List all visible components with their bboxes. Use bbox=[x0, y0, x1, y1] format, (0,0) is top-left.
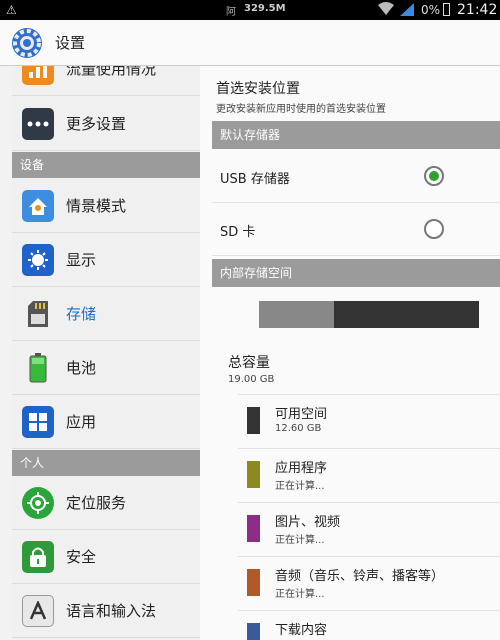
data-usage-icon bbox=[22, 66, 54, 85]
wifi-icon bbox=[378, 2, 394, 19]
row-label: 图片、视频 bbox=[275, 515, 341, 530]
signal-icon bbox=[400, 3, 414, 16]
category-header-device: 设备 bbox=[12, 152, 200, 178]
total-capacity-title: 总容量 bbox=[228, 355, 270, 371]
settings-gear-icon[interactable] bbox=[10, 26, 44, 60]
usb-radio-button[interactable] bbox=[424, 166, 444, 186]
sidebar-item-profiles[interactable]: 情景模式 bbox=[12, 179, 200, 233]
total-capacity: 总容量 19.00 GB bbox=[228, 352, 274, 385]
sidebar-item-more-settings[interactable]: 更多设置 bbox=[12, 97, 200, 151]
color-swatch bbox=[247, 515, 260, 542]
sidebar-item-label: 定位服务 bbox=[66, 494, 127, 512]
storage-row-apps[interactable]: 应用程序 正在计算... bbox=[238, 448, 500, 502]
status-bar: ⚠ 阿 329.5M 0% 21:42 bbox=[0, 0, 500, 20]
warning-icon: ⚠ bbox=[6, 3, 17, 17]
lock-icon bbox=[22, 540, 54, 573]
settings-sidebar: 流量使用情况 更多设置 设备 情景模式 显示 存储 电池 应用 个人 定位服务 … bbox=[12, 66, 200, 640]
row-value: 正在计算... bbox=[275, 481, 325, 492]
storage-row-pictures[interactable]: 图片、视频 正在计算... bbox=[238, 502, 500, 556]
sidebar-item-label: 安全 bbox=[66, 548, 97, 566]
internal-storage-header: 内部存储空间 bbox=[212, 259, 500, 287]
storage-option-label: SD 卡 bbox=[220, 225, 256, 240]
location-icon bbox=[22, 486, 54, 519]
storage-option-usb[interactable]: USB 存储器 bbox=[212, 151, 500, 203]
category-header-personal: 个人 bbox=[12, 450, 200, 476]
sidebar-item-label: 应用 bbox=[66, 413, 97, 431]
more-icon bbox=[22, 107, 54, 140]
sidebar-item-battery[interactable]: 电池 bbox=[12, 341, 200, 395]
radio-selected-dot bbox=[429, 171, 439, 181]
row-value: 正在计算... bbox=[275, 535, 325, 546]
total-capacity-value: 19.00 GB bbox=[228, 374, 275, 385]
sidebar-item-label: 情景模式 bbox=[66, 197, 127, 215]
row-label: 应用程序 bbox=[275, 461, 328, 476]
storage-option-sd[interactable]: SD 卡 bbox=[212, 204, 500, 256]
sidebar-item-label: 流量使用情况 bbox=[66, 66, 157, 78]
apps-icon bbox=[22, 405, 54, 438]
storage-option-label: USB 存储器 bbox=[220, 172, 290, 187]
row-value: 12.60 GB bbox=[275, 423, 322, 434]
battery-icon bbox=[22, 352, 54, 384]
sidebar-item-label: 电池 bbox=[66, 359, 97, 377]
language-icon bbox=[22, 594, 54, 627]
sidebar-item-storage[interactable]: 存储 bbox=[12, 287, 200, 341]
sidebar-item-language[interactable]: 语言和输入法 bbox=[12, 584, 200, 638]
sidebar-item-display[interactable]: 显示 bbox=[12, 233, 200, 287]
sidebar-item-location[interactable]: 定位服务 bbox=[12, 476, 200, 530]
color-swatch bbox=[247, 407, 260, 434]
storage-detail-pane: 首选安装位置 更改安装新应用时使用的首选安装位置 默认存储器 USB 存储器 S… bbox=[200, 66, 500, 640]
install-location-subtitle: 更改安装新应用时使用的首选安装位置 bbox=[216, 104, 386, 115]
action-bar: 设置 bbox=[0, 20, 500, 66]
color-swatch bbox=[247, 461, 260, 488]
sidebar-item-data-usage[interactable]: 流量使用情况 bbox=[12, 66, 200, 96]
color-swatch bbox=[247, 623, 260, 640]
color-swatch bbox=[247, 569, 260, 596]
carrier-label: 阿 bbox=[226, 7, 236, 18]
row-value: 正在计算... bbox=[275, 589, 325, 600]
storage-row-available[interactable]: 可用空间 12.60 GB bbox=[238, 394, 500, 448]
sidebar-item-label: 显示 bbox=[66, 251, 97, 269]
install-location-title: 首选安装位置 bbox=[216, 81, 300, 97]
battery-icon bbox=[443, 3, 450, 16]
display-icon bbox=[22, 243, 54, 276]
storage-usage-bar bbox=[259, 301, 479, 328]
sidebar-item-apps[interactable]: 应用 bbox=[12, 395, 200, 449]
storage-row-audio[interactable]: 音频（音乐、铃声、播客等） 正在计算... bbox=[238, 556, 500, 610]
default-storage-header: 默认存储器 bbox=[212, 121, 500, 149]
row-label: 可用空间 bbox=[275, 407, 328, 422]
sd-card-icon bbox=[22, 298, 54, 330]
clock: 21:42 bbox=[457, 2, 498, 18]
page-title: 设置 bbox=[55, 34, 86, 52]
sd-radio-button[interactable] bbox=[424, 219, 444, 239]
usage-bar-used-segment bbox=[259, 301, 334, 328]
install-location-setting[interactable]: 首选安装位置 更改安装新应用时使用的首选安装位置 bbox=[216, 78, 386, 115]
battery-percent: 0% bbox=[421, 3, 441, 17]
row-label: 下载内容 bbox=[275, 623, 328, 638]
sidebar-item-label: 更多设置 bbox=[66, 115, 127, 133]
sidebar-item-label: 存储 bbox=[66, 305, 97, 323]
row-label: 音频（音乐、铃声、播客等） bbox=[275, 569, 445, 584]
profile-icon bbox=[22, 189, 54, 222]
sidebar-item-label: 语言和输入法 bbox=[66, 602, 157, 620]
sidebar-item-security[interactable]: 安全 bbox=[12, 530, 200, 584]
storage-row-downloads[interactable]: 下载内容 bbox=[238, 610, 500, 640]
network-speed: 329.5M bbox=[244, 3, 286, 14]
